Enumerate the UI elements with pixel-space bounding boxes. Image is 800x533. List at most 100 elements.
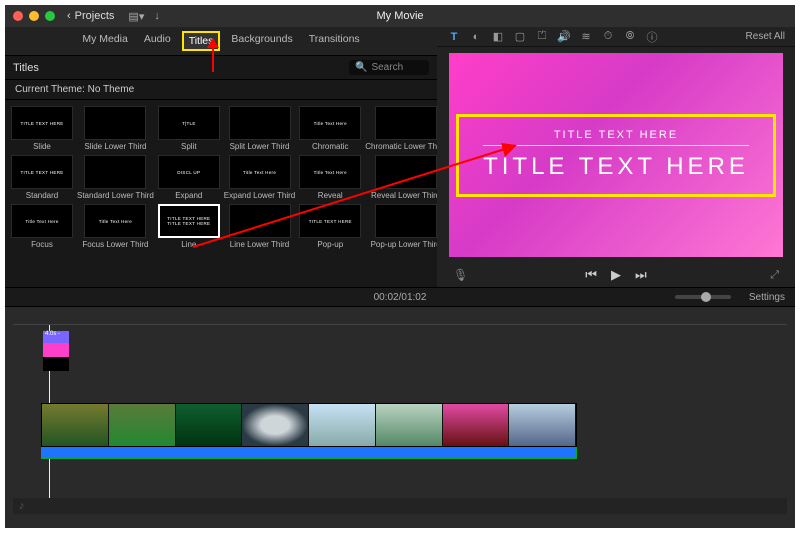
clip-frame[interactable] <box>42 404 109 446</box>
speed-icon[interactable]: ⏱ <box>601 30 615 43</box>
title-template-item[interactable]: Slide Lower Third <box>77 106 154 151</box>
title-template-item[interactable]: Pop-up Lower Third <box>365 204 446 249</box>
title-caption: Expand <box>175 191 202 200</box>
back-to-projects[interactable]: ‹ Projects <box>67 10 114 22</box>
close-icon[interactable] <box>13 11 23 21</box>
color-correction-icon[interactable]: ◧ <box>491 30 505 43</box>
audio-track[interactable] <box>41 447 577 459</box>
title-template-item[interactable]: Reveal Lower Third <box>365 155 446 200</box>
noise-icon[interactable]: ≋ <box>579 30 593 43</box>
music-track[interactable]: ♪ <box>13 498 787 514</box>
title-template-item[interactable]: Title Text HereChromatic <box>299 106 361 151</box>
clip-frame[interactable] <box>443 404 510 446</box>
title-template-item[interactable]: Title Text HereReveal <box>299 155 361 200</box>
library-list-icon[interactable]: ▤▾ <box>128 10 144 23</box>
color-balance-icon[interactable]: ◐ <box>469 31 483 43</box>
title-caption: Focus <box>31 240 53 249</box>
title-template-item[interactable]: Title Text HereExpand Lower Third <box>224 155 295 200</box>
title-clip[interactable]: 4.0s - <box>43 331 69 371</box>
title-template-item[interactable]: Line Lower Third <box>224 204 295 249</box>
timeline-ruler[interactable] <box>13 313 787 325</box>
title-thumbnail <box>84 106 146 140</box>
zoom-icon[interactable] <box>45 11 55 21</box>
main-area: My Media Audio Titles Backgrounds Transi… <box>5 27 795 287</box>
title-thumbnail: DISCL UP <box>158 155 220 189</box>
title-template-item[interactable]: Title Text Here Focus Lower Third <box>77 204 154 249</box>
title-template-item[interactable]: TITLE TEXT HERE TITLE TEXT HERE Line <box>158 204 220 249</box>
title-thumbnail <box>375 204 437 238</box>
filter-icon[interactable]: ⦾ <box>623 30 637 43</box>
title-card[interactable]: TITLE TEXT HERE TITLE TEXT HERE <box>456 114 776 197</box>
title-caption: Standard <box>26 191 58 200</box>
title-caption: Line <box>181 240 196 249</box>
title-template-item[interactable]: DISCL UP Expand <box>158 155 220 200</box>
title-subtitle[interactable]: TITLE TEXT HERE <box>483 129 749 146</box>
clip-frame[interactable] <box>376 404 443 446</box>
crop-icon[interactable]: ▢ <box>513 30 527 43</box>
timecode-total: 01:02 <box>401 292 426 303</box>
title-caption: Reveal Lower Third <box>371 191 440 200</box>
title-caption: Slide <box>33 142 51 151</box>
search-icon: 🔍 <box>355 62 367 73</box>
reset-all-button[interactable]: Reset All <box>746 31 785 42</box>
minimize-icon[interactable] <box>29 11 39 21</box>
window-controls <box>13 11 55 21</box>
clip-frame[interactable] <box>309 404 376 446</box>
playback-controls: 🎙 ⏮ ▶ ⏭ ⤢ <box>437 263 795 287</box>
fullscreen-icon[interactable]: ⤢ <box>770 269 779 282</box>
title-template-item[interactable]: Standard Lower Third <box>77 155 154 200</box>
play-icon[interactable]: ▶ <box>611 267 621 283</box>
title-thumbnail: TITLE TEXT HERE <box>299 204 361 238</box>
info-icon[interactable]: ⓘ <box>645 29 659 45</box>
media-browser: My Media Audio Titles Backgrounds Transi… <box>5 27 437 287</box>
title-template-item[interactable]: Title Text HereFocus <box>11 204 73 249</box>
title-clip-body2 <box>43 357 69 371</box>
video-track[interactable] <box>41 403 577 447</box>
title-caption: Standard Lower Third <box>77 191 154 200</box>
title-caption: Focus Lower Third <box>82 240 148 249</box>
import-icon[interactable]: ↓ <box>154 10 160 23</box>
tab-backgrounds[interactable]: Backgrounds <box>226 31 297 51</box>
title-template-item[interactable]: TITLE TEXT HERESlide <box>11 106 73 151</box>
title-caption: Chromatic Lower Third <box>365 142 446 151</box>
title-template-item[interactable]: TITLE TEXT HEREStandard <box>11 155 73 200</box>
voiceover-icon[interactable]: 🎙 <box>453 268 468 282</box>
viewer-toolbar: T ◐ ◧ ▢ ⏍ 🔊 ≋ ⏱ ⦾ ⓘ Reset All <box>437 27 795 47</box>
clip-frame[interactable] <box>242 404 309 446</box>
title-caption: Line Lower Third <box>230 240 289 249</box>
tab-my-media[interactable]: My Media <box>77 31 133 51</box>
clip-frame[interactable] <box>176 404 243 446</box>
title-thumbnail: Title Text Here <box>84 204 146 238</box>
settings-button[interactable]: Settings <box>749 292 785 303</box>
prev-frame-icon[interactable]: ⏮ <box>585 267 597 283</box>
tab-transitions[interactable]: Transitions <box>304 31 365 51</box>
timeline-zoom-slider[interactable] <box>675 295 731 299</box>
title-template-item[interactable]: TITLE TEXT HEREPop-up <box>299 204 361 249</box>
text-tool-icon[interactable]: T <box>447 31 461 43</box>
clip-frame[interactable] <box>509 404 576 446</box>
viewer-panel: T ◐ ◧ ▢ ⏍ 🔊 ≋ ⏱ ⦾ ⓘ Reset All TITLE TEXT… <box>437 27 795 287</box>
title-caption: Slide Lower Third <box>84 142 146 151</box>
title-thumbnail: TITLE TEXT HERE TITLE TEXT HERE <box>158 204 220 238</box>
next-frame-icon[interactable]: ⏭ <box>635 267 647 283</box>
stabilize-icon[interactable]: ⏍ <box>535 30 549 43</box>
title-thumbnail <box>229 204 291 238</box>
browser-heading: Titles <box>13 62 39 74</box>
timecode-bar: 00:02 / 01:02 Settings <box>5 287 795 307</box>
search-input[interactable]: 🔍 Search <box>349 60 429 75</box>
preview-canvas[interactable]: TITLE TEXT HERE TITLE TEXT HERE <box>449 53 783 257</box>
title-template-item[interactable]: Chromatic Lower Third <box>365 106 446 151</box>
clip-frame[interactable] <box>109 404 176 446</box>
title-main[interactable]: TITLE TEXT HERE <box>483 152 749 182</box>
timeline[interactable]: 4.0s - ♪ <box>5 307 795 528</box>
tab-titles[interactable]: Titles <box>182 31 221 51</box>
title-caption: Chromatic <box>312 142 348 151</box>
timecode-current: 00:02 <box>374 292 399 303</box>
title-thumbnail <box>84 155 146 189</box>
tab-audio[interactable]: Audio <box>139 31 176 51</box>
titles-grid: TITLE TEXT HERESlideSlide Lower ThirdT|T… <box>5 100 437 255</box>
title-template-item[interactable]: Split Lower Third <box>224 106 295 151</box>
title-template-item[interactable]: T|TLESplit <box>158 106 220 151</box>
volume-icon[interactable]: 🔊 <box>557 30 571 43</box>
title-caption: Split <box>181 142 197 151</box>
